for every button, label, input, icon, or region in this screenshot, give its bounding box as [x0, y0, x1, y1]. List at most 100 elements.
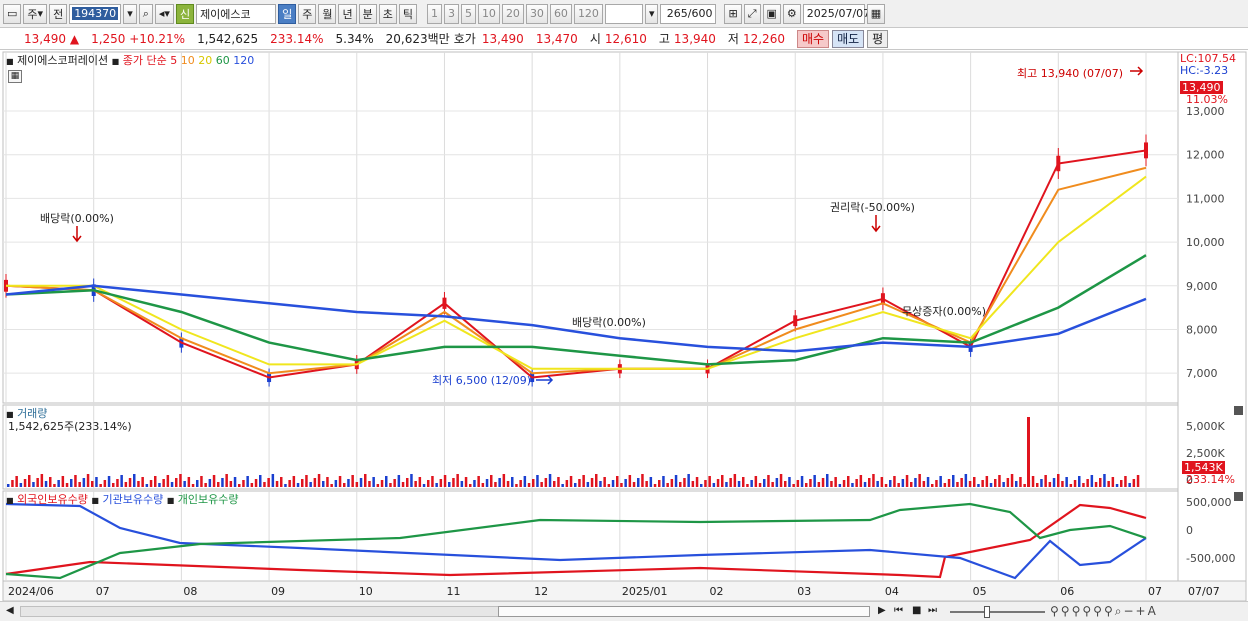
holding-close-icon[interactable] — [1234, 492, 1243, 501]
volume-bar — [569, 476, 573, 487]
type2-button[interactable]: 전 — [49, 3, 68, 24]
volume-bar — [1073, 480, 1077, 487]
interval-60[interactable]: 60 — [549, 3, 572, 24]
volume-bar — [1002, 482, 1005, 487]
volume-bar — [32, 482, 35, 487]
scroll-left-icon[interactable]: ◀ — [6, 605, 14, 616]
stock-code-input[interactable]: 194370 — [69, 3, 122, 24]
tool-icons[interactable]: ⚲⚲⚲⚲⚲⚲⌕−+A — [1050, 604, 1158, 619]
x-tick-label: 07 — [1148, 585, 1162, 598]
scroll-right-icon[interactable]: ▶ — [878, 605, 886, 616]
volume-bar — [527, 483, 531, 487]
period-tick[interactable]: 틱 — [398, 3, 417, 24]
period-day[interactable]: 일 — [278, 3, 297, 24]
dropdown-icon[interactable]: ▾ — [123, 3, 137, 24]
save-icon[interactable]: ▣ — [762, 3, 781, 24]
nav-stop-icon[interactable]: ■ — [912, 605, 921, 616]
period-month[interactable]: 월 — [318, 3, 337, 24]
volume-bar — [196, 480, 199, 487]
volume-bar — [435, 483, 438, 487]
interval-custom-input[interactable] — [604, 3, 643, 24]
period-second[interactable]: 초 — [378, 3, 397, 24]
compare-icon[interactable]: ⊞ — [724, 3, 742, 24]
y-tick-label: 9,000 — [1186, 280, 1218, 293]
x-tick-label: 10 — [359, 585, 373, 598]
foreign-holding-label[interactable]: 외국인보유수량 — [17, 493, 88, 506]
zoom-thumb[interactable] — [984, 606, 990, 618]
interval-dropdown-icon[interactable]: ▾ — [644, 3, 659, 24]
volume-close-icon[interactable] — [1234, 406, 1243, 415]
ma-5-label[interactable]: 5 — [170, 54, 177, 67]
count-field[interactable]: 265/600 — [660, 3, 717, 24]
x-tick-label: 2024/06 — [8, 585, 54, 598]
volume-bar — [65, 483, 69, 487]
chart-title[interactable]: 제이에스코퍼레이션 — [17, 54, 108, 67]
nav-last-icon[interactable]: ⏭ — [928, 605, 937, 616]
volume-bar — [910, 482, 913, 487]
ma-20-label[interactable]: 20 — [198, 54, 212, 67]
chart-area[interactable]: 13,000 12,000 11,000 10,000 9,000 8,000 7,000 5… — [0, 50, 1248, 621]
scroll-thumb[interactable] — [498, 606, 870, 617]
period-year[interactable]: 년 — [338, 3, 357, 24]
volume-bar — [141, 477, 144, 487]
volume-bar — [410, 474, 413, 487]
sound-icon[interactable]: ◂▾ — [154, 3, 174, 24]
interval-5[interactable]: 5 — [460, 3, 476, 24]
volume-bar — [746, 484, 749, 487]
volume-bar — [721, 475, 724, 487]
chart-svg[interactable]: 13,000 12,000 11,000 10,000 9,000 8,000 7,000 5… — [0, 50, 1248, 601]
volume-bar — [322, 481, 325, 487]
buy-button[interactable]: 매수 — [796, 29, 830, 48]
volume-bar — [401, 482, 405, 487]
nav-first-icon[interactable]: ⏮ — [894, 605, 903, 616]
volume-bar — [750, 480, 753, 487]
interval-30[interactable]: 30 — [525, 3, 548, 24]
volume-bar — [19, 483, 23, 487]
individual-holding-label[interactable]: 개인보유수량 — [178, 493, 239, 506]
interval-20[interactable]: 20 — [501, 3, 524, 24]
volume-bar — [347, 479, 350, 487]
stock-name-field[interactable]: 제이에스코 — [196, 3, 277, 24]
ma-10-label[interactable]: 10 — [181, 54, 195, 67]
volume-bar — [616, 476, 619, 487]
interval-10[interactable]: 10 — [477, 3, 500, 24]
volume-bar — [960, 478, 963, 487]
draw-icon[interactable]: ⤢ — [743, 3, 761, 24]
settings-icon[interactable]: ⚙ — [782, 3, 801, 24]
signal-badge[interactable]: 신 — [175, 3, 195, 24]
volume-bar — [1019, 477, 1022, 487]
volume-bar — [70, 479, 73, 487]
holding-y-tick: 0 — [1186, 524, 1193, 537]
period-minute[interactable]: 분 — [358, 3, 377, 24]
volume-bar — [485, 479, 489, 487]
sell-button[interactable]: 매도 — [832, 29, 865, 48]
calendar-icon[interactable]: ▦ — [866, 3, 886, 24]
institution-holding-label[interactable]: 기관보유수량 — [102, 493, 163, 506]
volume-bar — [868, 478, 871, 487]
volume-bar — [343, 483, 346, 487]
ma-60-label[interactable]: 60 — [216, 54, 230, 67]
interval-1[interactable]: 1 — [426, 3, 442, 24]
eval-button[interactable]: 평 — [867, 29, 889, 48]
volume-bar — [826, 474, 829, 487]
period-week[interactable]: 주 — [298, 3, 317, 24]
date-field[interactable]: 2025/07/07 — [802, 3, 870, 24]
volume-bar — [628, 475, 632, 487]
volume-bar — [1015, 481, 1018, 487]
open-price: 12,610 — [604, 31, 647, 46]
ma-120-label[interactable]: 120 — [233, 54, 254, 67]
grid-toggle-icon[interactable]: ▦ — [8, 70, 22, 83]
zoom-slider[interactable] — [950, 611, 1045, 613]
volume-bar — [242, 480, 245, 487]
ma-label[interactable]: 종가 단순 — [123, 54, 167, 67]
volume-bar — [956, 482, 959, 487]
search-icon[interactable]: ⌕ — [138, 3, 153, 24]
interval-120[interactable]: 120 — [573, 3, 603, 24]
volume-bar — [1078, 476, 1081, 487]
volume-bar — [78, 482, 81, 487]
low-price: 12,260 — [742, 31, 785, 46]
interval-3[interactable]: 3 — [443, 3, 459, 24]
window-icon[interactable]: ▭ — [3, 3, 22, 24]
type-select[interactable]: 주 ▾ — [23, 3, 48, 24]
annotation-dividend-2: 배당락(0.00%) — [572, 316, 646, 329]
